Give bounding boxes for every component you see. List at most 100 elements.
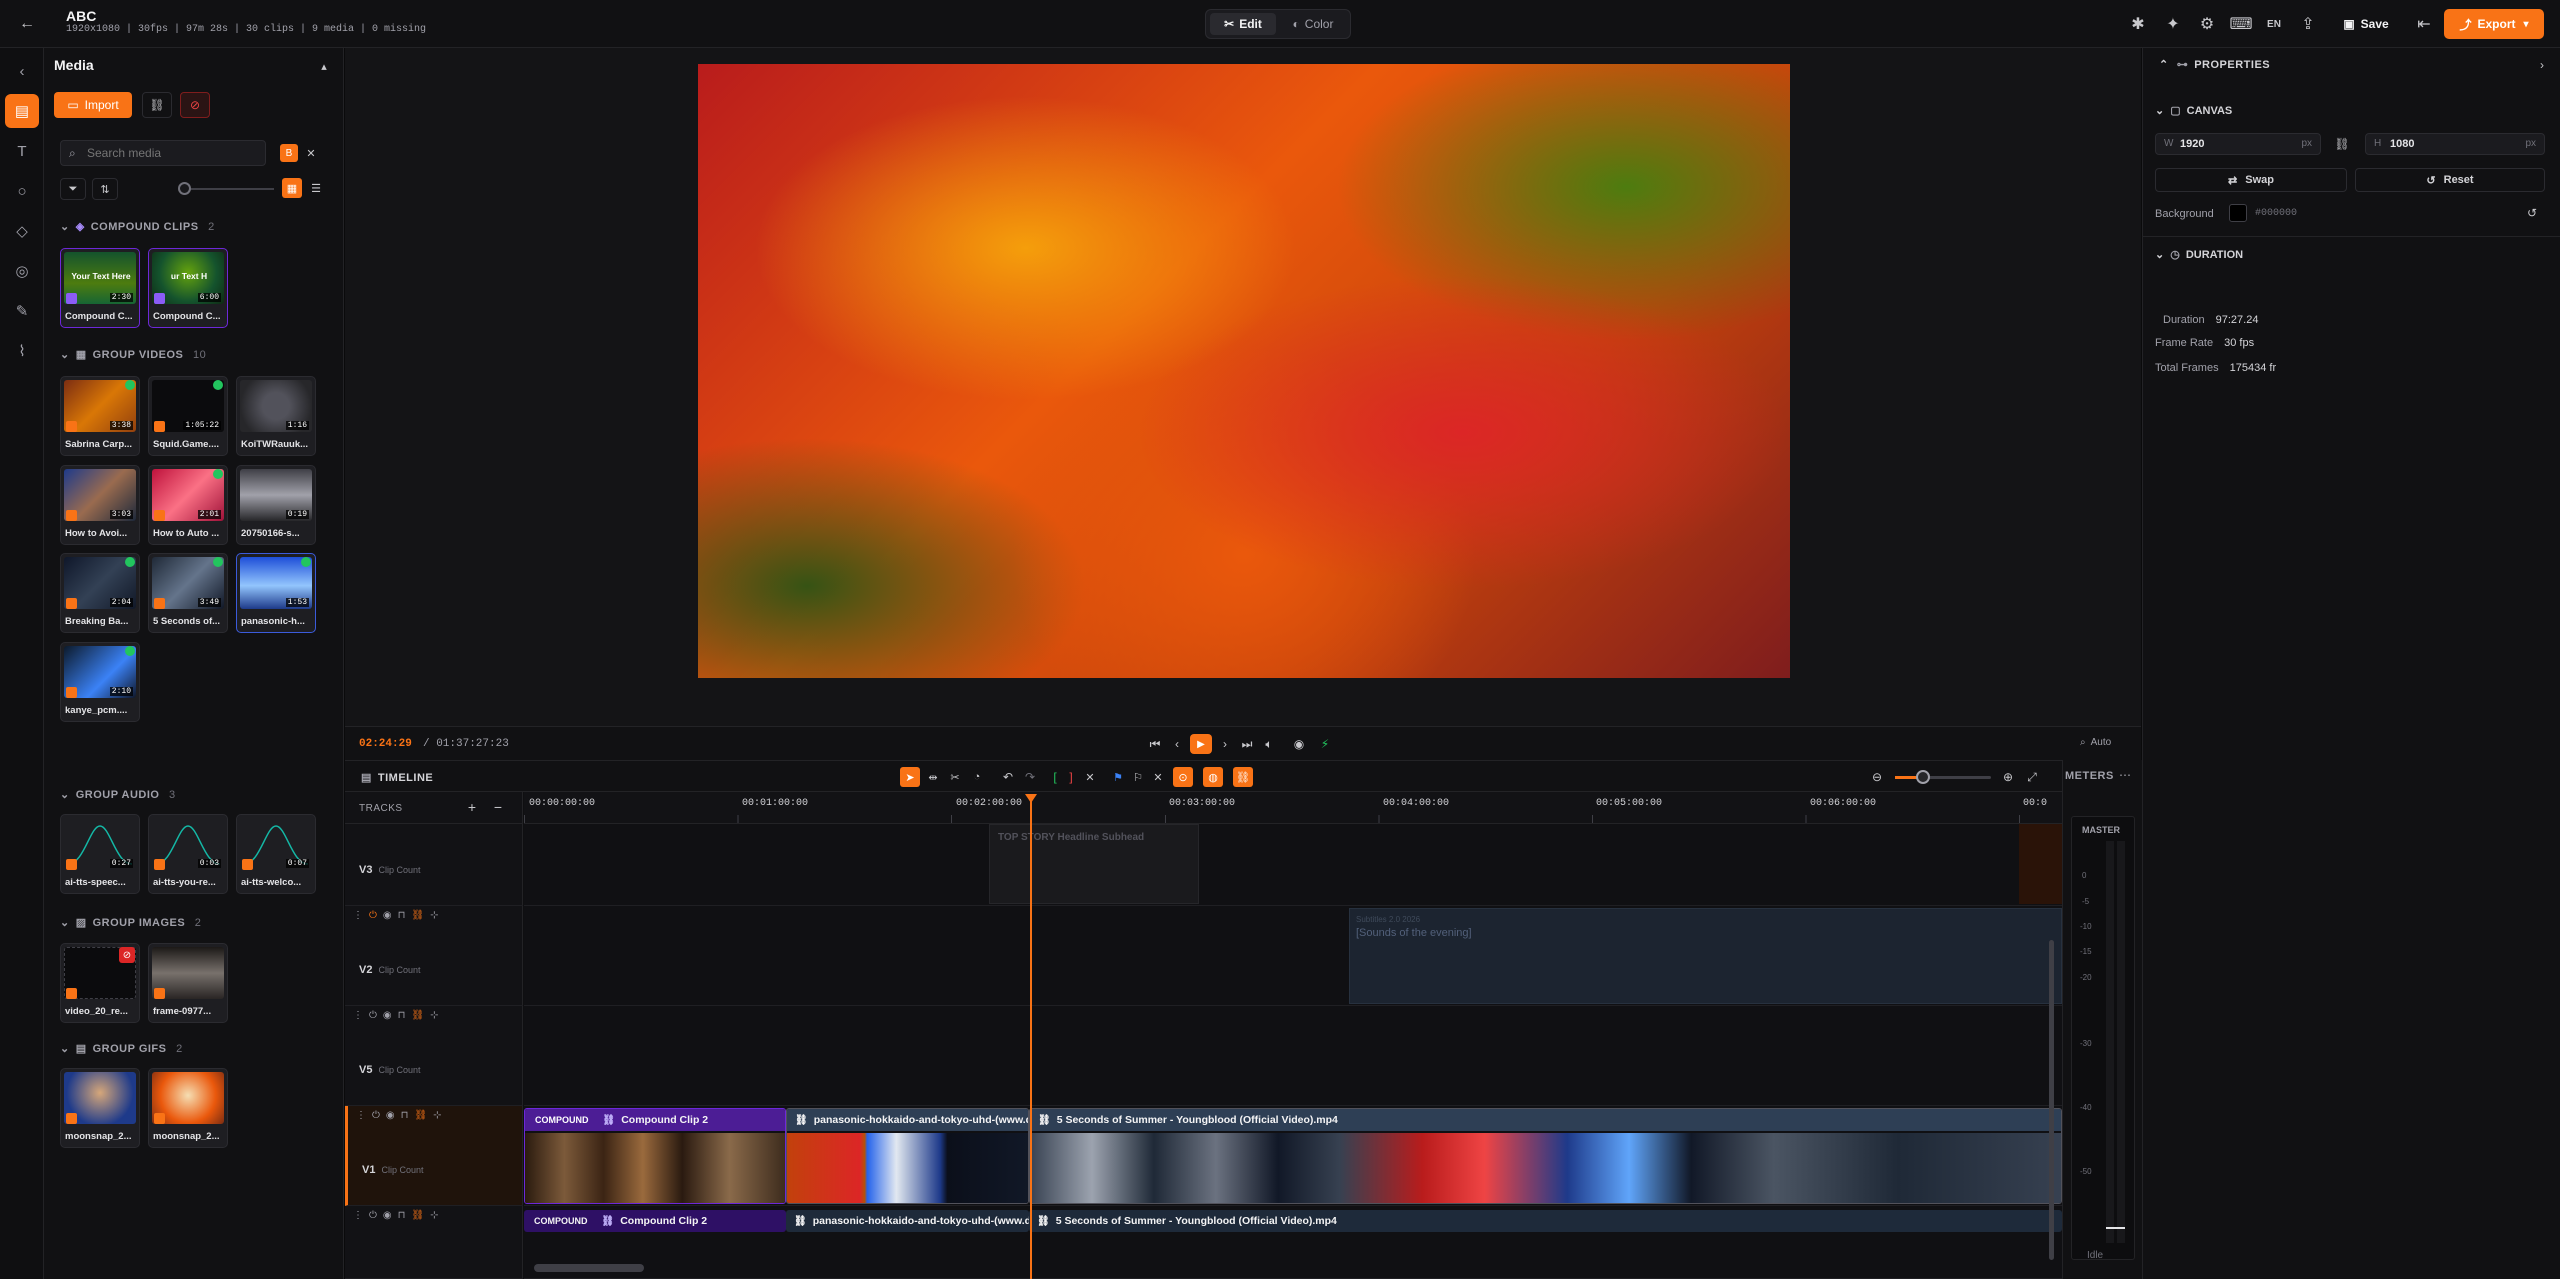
undo-icon[interactable]: ↶ xyxy=(998,767,1018,787)
media-item[interactable]: 3:49 5 Seconds of... xyxy=(148,553,228,633)
media-item[interactable]: 0:27 ai-tts-speec... xyxy=(60,814,140,894)
media-item[interactable]: ur Text H 6:00 Compound C... xyxy=(148,248,228,328)
track-lane-v2[interactable]: Subtitles 2.0 2026 [Sounds of the evenin… xyxy=(524,906,2062,1006)
razor-tool-icon[interactable]: ✂ xyxy=(945,767,965,787)
video-preview[interactable] xyxy=(698,64,1790,678)
vertical-scrollbar[interactable] xyxy=(2049,940,2054,1260)
media-item[interactable]: 1:05:22 Squid.Game.... xyxy=(148,376,228,456)
link-icon[interactable]: ⛓ xyxy=(411,1010,430,1021)
more-icon[interactable]: ⋯ xyxy=(2119,768,2131,782)
redo-icon[interactable]: ↷ xyxy=(1020,767,1040,787)
clear-icon[interactable]: ✕ xyxy=(302,144,320,162)
audio-wave-icon[interactable]: ◉ xyxy=(383,1210,398,1221)
compound-clip[interactable]: COMPOUND ⛓ Compound Clip 2 xyxy=(524,1108,786,1204)
audio-wave-icon[interactable]: ◉ xyxy=(386,1110,401,1121)
funnel-icon[interactable]: ⏷ xyxy=(60,178,86,200)
split-icon[interactable]: ⊹ xyxy=(430,1210,444,1221)
track-header-v1[interactable]: ⋮⏻◉⊓⛓⊹ V1 Clip Count xyxy=(345,1106,523,1206)
media-item[interactable]: 3:38 Sabrina Carp... xyxy=(60,376,140,456)
section-group-images[interactable]: ⌄ ▨ GROUP IMAGES 2 xyxy=(60,916,201,929)
clip-header[interactable]: ⛓ panasonic-hokkaido-and-tokyo-uhd-(www.… xyxy=(786,1210,1029,1232)
split-icon[interactable]: ⊹ xyxy=(430,1010,444,1021)
media-item[interactable]: moonsnap_2... xyxy=(148,1068,228,1148)
text-clip[interactable]: TOP STORY Headline Subhead xyxy=(989,824,1199,904)
link-icon[interactable]: ⛓ xyxy=(411,910,430,921)
track-header-v2[interactable]: ⋮⏻◉⊓⛓⊹ V2 Clip Count xyxy=(345,906,523,1006)
flag-off-icon[interactable]: ⚐ xyxy=(1129,767,1147,787)
sort-icon[interactable]: ⇅ xyxy=(92,178,118,200)
aspect-unlink-icon[interactable]: ⛓ xyxy=(2333,135,2351,153)
link-icon[interactable]: ⛓ xyxy=(142,92,172,118)
camera-icon[interactable]: ◉ xyxy=(1289,734,1309,754)
media-item[interactable]: ⊘ video_20_re... xyxy=(60,943,140,1023)
lock-icon[interactable]: ⊓ xyxy=(398,1210,412,1221)
timeline-zoom-handle[interactable] xyxy=(1916,770,1930,784)
section-compound-clips[interactable]: ⌄ ◈ COMPOUND CLIPS 2 xyxy=(60,220,215,233)
fit-timeline-icon[interactable]: ⤢ xyxy=(2022,767,2042,787)
track-header-v3[interactable]: V3 Clip Count xyxy=(345,824,523,906)
split-icon[interactable]: ⊹ xyxy=(433,1110,447,1121)
clip-edge[interactable] xyxy=(2019,824,2062,904)
thumb-size-slider-handle[interactable] xyxy=(178,182,191,195)
media-item[interactable]: 0:07 ai-tts-welco... xyxy=(236,814,316,894)
clear-marks-icon[interactable]: ✕ xyxy=(1081,767,1099,787)
track-lane-linked[interactable]: COMPOUND ⛓ Compound Clip 2 ⛓ panasonic-h… xyxy=(524,1206,2062,1279)
skip-start-icon[interactable]: ⏮ xyxy=(1145,734,1165,754)
unlink-icon[interactable]: ⊘ xyxy=(180,92,210,118)
shapes-tool-icon[interactable]: ○ xyxy=(5,174,39,208)
canvas-section-header[interactable]: ⌄ ▢ CANVAS xyxy=(2155,104,2232,117)
thumb-size-slider[interactable] xyxy=(184,188,274,190)
section-group-audio[interactable]: ⌄ GROUP AUDIO 3 xyxy=(60,788,176,801)
link-icon[interactable]: ⛓ xyxy=(414,1110,433,1121)
clip-header[interactable]: ⛓ 5 Seconds of Summer - Youngblood (Offi… xyxy=(1029,1210,2062,1232)
power-icon[interactable]: ⏻ xyxy=(369,1010,383,1021)
time-ruler[interactable]: 00:00:00:00 00:01:00:00 00:02:00:00 00:0… xyxy=(524,792,2062,824)
sparkle-icon[interactable]: ✦ xyxy=(2161,12,2185,36)
track-header-v5[interactable]: ⋮⏻◉⊓⛓⊹ V5 Clip Count xyxy=(345,1006,523,1106)
subtitle-clip[interactable]: Subtitles 2.0 2026 [Sounds of the evenin… xyxy=(1349,908,2062,1004)
tab-edit[interactable]: ✂ Edit xyxy=(1210,13,1276,35)
power-off-icon[interactable]: ⏻ xyxy=(369,910,383,921)
media-item[interactable]: 2:04 Breaking Ba... xyxy=(60,553,140,633)
remove-track-icon[interactable]: − xyxy=(489,798,507,816)
split-icon[interactable]: ⊹ xyxy=(430,910,444,921)
playhead[interactable] xyxy=(1030,796,1032,1279)
media-item[interactable]: 0:03 ai-tts-you-re... xyxy=(148,814,228,894)
layers-tool-icon[interactable]: ◇ xyxy=(5,214,39,248)
media-item[interactable]: moonsnap_2... xyxy=(60,1068,140,1148)
width-field[interactable]: W 1920 px xyxy=(2155,133,2321,155)
lock-icon[interactable]: ⊓ xyxy=(398,910,412,921)
tab-color[interactable]: ◐ Color xyxy=(1280,13,1346,35)
effects-tool-icon[interactable]: ◎ xyxy=(5,254,39,288)
zoom-in-icon[interactable]: ⊕ xyxy=(1998,767,2018,787)
zoom-select[interactable]: ⌕ Auto xyxy=(2080,737,2111,748)
properties-header[interactable]: ⌃ ⊶ PROPERTIES xyxy=(2159,58,2270,71)
horizontal-scrollbar[interactable] xyxy=(534,1264,644,1272)
media-tool-icon[interactable]: ▤ xyxy=(5,94,39,128)
speed-tool-icon[interactable]: ◔ xyxy=(967,767,987,787)
language-button[interactable]: EN xyxy=(2262,12,2286,36)
mark-out-icon[interactable]: ] xyxy=(1063,767,1079,787)
play-button[interactable]: ▶ xyxy=(1190,734,1212,754)
media-item[interactable]: Your Text Here 2:30 Compound C... xyxy=(60,248,140,328)
back-arrow-icon[interactable]: ← xyxy=(14,12,40,36)
swap-button[interactable]: ⇄ Swap xyxy=(2155,168,2347,192)
lightning-icon[interactable]: ⚡︎ xyxy=(1315,734,1335,754)
link-clips-icon[interactable]: ⛓ xyxy=(1233,767,1253,787)
volume-icon[interactable]: 🔈︎ xyxy=(1259,734,1279,754)
list-view-icon[interactable]: ☰ xyxy=(306,178,326,198)
audio-snap-icon[interactable]: ◍ xyxy=(1203,767,1223,787)
grid-view-icon[interactable]: ▦ xyxy=(282,178,302,198)
compound-clip-header[interactable]: COMPOUND ⛓ Compound Clip 2 xyxy=(524,1210,786,1232)
magic-tool-icon[interactable]: ✎ xyxy=(5,294,39,328)
gear-icon[interactable]: ⚙ xyxy=(2195,12,2219,36)
media-item[interactable]: 3:03 How to Avoi... xyxy=(60,465,140,545)
reset-button[interactable]: ↺ Reset xyxy=(2355,168,2545,192)
step-back-icon[interactable]: ‹ xyxy=(1167,734,1187,754)
mark-in-icon[interactable]: [ xyxy=(1047,767,1063,787)
section-group-gifs[interactable]: ⌄ ▤ GROUP GIFS 2 xyxy=(60,1042,183,1055)
audio-wave-icon[interactable]: ◉ xyxy=(383,1010,398,1021)
lock-icon[interactable]: ⊓ xyxy=(398,1010,412,1021)
close-markers-icon[interactable]: ✕ xyxy=(1149,767,1167,787)
section-group-videos[interactable]: ⌄ ▦ GROUP VIDEOS 10 xyxy=(60,348,206,361)
